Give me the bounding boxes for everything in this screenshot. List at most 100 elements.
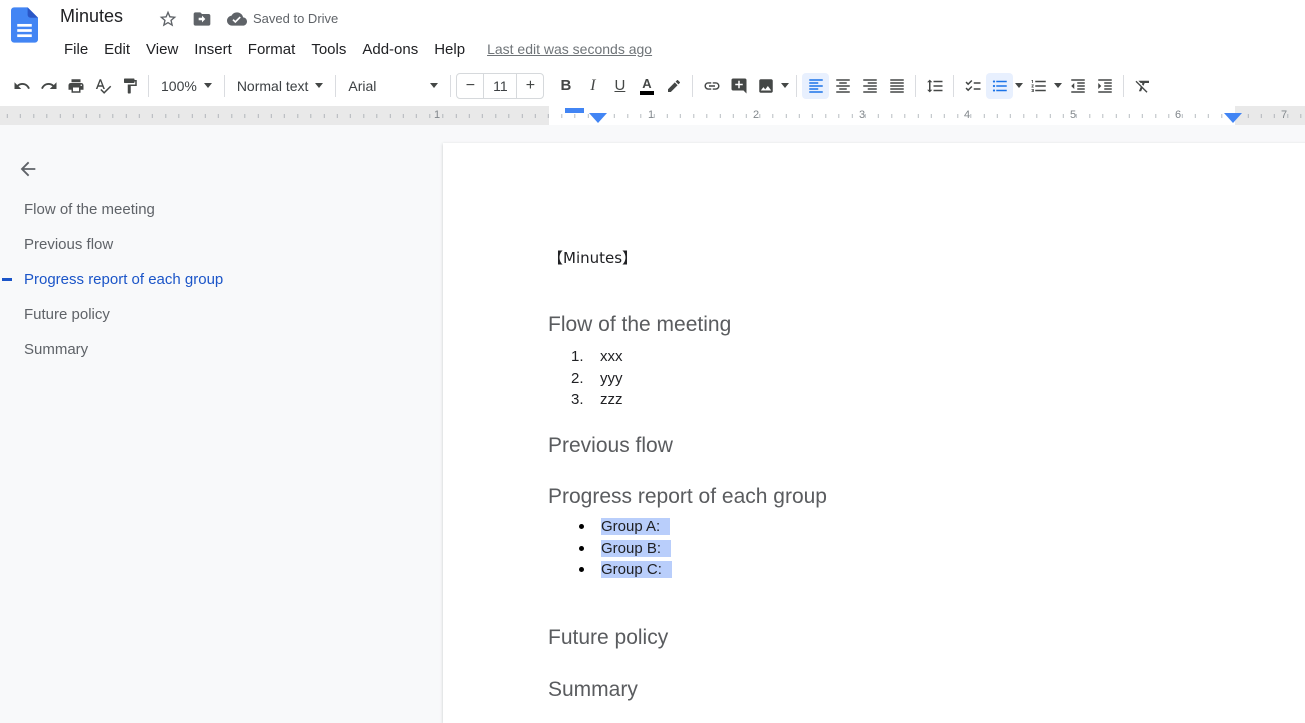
menu-format[interactable]: Format (240, 38, 304, 61)
list-number: 1. (571, 348, 598, 365)
doc-heading-future[interactable]: Future policy (548, 626, 668, 650)
outline-item-progress[interactable]: Progress report of each group (0, 262, 430, 297)
ruler-number: 5 (1070, 109, 1076, 121)
document-body: 【Minutes】 Flow of the meeting 1. xxx 2. … (443, 143, 1305, 723)
insert-image-button[interactable] (752, 73, 779, 99)
list-item: Group A: (443, 516, 672, 538)
undo-button[interactable] (8, 73, 35, 99)
left-indent-marker[interactable] (589, 113, 607, 123)
list-text[interactable]: xxx (600, 348, 623, 365)
underline-button[interactable]: U (606, 73, 633, 99)
first-line-indent-marker[interactable] (565, 108, 584, 113)
close-outline-button[interactable] (14, 155, 42, 183)
checklist-button[interactable] (959, 73, 986, 99)
numbered-list[interactable]: 1. xxx 2. yyy 3. zzz (443, 346, 623, 411)
bullet-icon (579, 567, 584, 572)
cloud-done-icon[interactable] (227, 9, 247, 29)
align-right-button[interactable] (856, 73, 883, 99)
align-center-button[interactable] (829, 73, 856, 99)
outline-item-summary[interactable]: Summary (0, 332, 430, 367)
font-size-input[interactable]: 11 (483, 74, 517, 98)
selected-list-text[interactable]: Group B: (601, 540, 671, 557)
doc-heading-flow[interactable]: Flow of the meeting (548, 313, 731, 337)
move-folder-icon[interactable] (192, 9, 212, 29)
font-family-select[interactable]: Arial (341, 75, 445, 97)
decrease-font-size-button[interactable]: − (457, 74, 483, 98)
horizontal-ruler[interactable]: 1 1 2 3 4 5 6 7 (0, 106, 1305, 125)
line-spacing-button[interactable] (921, 73, 948, 99)
print-button[interactable] (62, 73, 89, 99)
menu-file[interactable]: File (56, 38, 96, 61)
insert-link-button[interactable] (698, 73, 725, 99)
indent-decrease-button[interactable] (1064, 73, 1091, 99)
justify-button[interactable] (883, 73, 910, 99)
clear-formatting-button[interactable] (1129, 73, 1156, 99)
last-edit-link[interactable]: Last edit was seconds ago (487, 41, 652, 57)
list-item: 3. zzz (443, 389, 623, 411)
doc-heading-previous[interactable]: Previous flow (548, 434, 673, 458)
menu-edit[interactable]: Edit (96, 38, 138, 61)
bold-button[interactable]: B (552, 73, 579, 99)
google-docs-window: Minutes Saved to Drive File Edit View In… (0, 0, 1305, 723)
justify-icon (888, 77, 906, 95)
menu-insert[interactable]: Insert (186, 38, 240, 61)
doc-heading-progress[interactable]: Progress report of each group (548, 485, 827, 509)
align-center-icon (834, 77, 852, 95)
image-menu-chevron-icon[interactable] (781, 83, 789, 88)
menu-help[interactable]: Help (426, 38, 473, 61)
outline-item-previous[interactable]: Previous flow (0, 227, 430, 262)
paint-format-button[interactable] (116, 73, 143, 99)
list-number: 2. (571, 370, 598, 387)
right-indent-marker[interactable] (1224, 113, 1242, 123)
ruler-number: 2 (753, 109, 759, 121)
bulleted-list[interactable]: Group A: Group B: Group C: (443, 516, 672, 581)
outline-item-future[interactable]: Future policy (0, 297, 430, 332)
insert-image-icon (757, 77, 775, 95)
toolbar-divider (953, 75, 954, 97)
redo-button[interactable] (35, 73, 62, 99)
document-title[interactable]: Minutes (60, 6, 123, 27)
italic-button[interactable]: I (579, 73, 606, 99)
doc-inline-title[interactable]: 【Minutes】 (548, 247, 637, 268)
outline-item-label: Future policy (24, 306, 110, 323)
docs-logo-icon[interactable] (11, 7, 38, 43)
paragraph-style-select[interactable]: Normal text (230, 75, 331, 97)
indent-increase-button[interactable] (1091, 73, 1118, 99)
zoom-value: 100% (161, 78, 197, 94)
align-left-button[interactable] (802, 73, 829, 99)
text-color-button[interactable]: A (633, 73, 660, 99)
outline-item-flow[interactable]: Flow of the meeting (0, 192, 430, 227)
ruler-number: 4 (964, 109, 970, 121)
selected-list-text[interactable]: Group C: (601, 561, 672, 578)
bulleted-list-chevron-icon[interactable] (1015, 83, 1023, 88)
document-page[interactable]: 【Minutes】 Flow of the meeting 1. xxx 2. … (443, 143, 1305, 723)
list-text[interactable]: zzz (600, 391, 623, 408)
increase-font-size-button[interactable]: + (517, 74, 543, 98)
selected-list-text[interactable]: Group A: (601, 518, 670, 535)
ruler-number: 1 (648, 109, 654, 121)
zoom-select[interactable]: 100% (154, 75, 219, 97)
spellcheck-button[interactable] (89, 73, 116, 99)
menu-addons[interactable]: Add-ons (354, 38, 426, 61)
list-text[interactable]: yyy (600, 370, 623, 387)
undo-icon (13, 77, 31, 95)
highlight-color-button[interactable] (660, 73, 687, 99)
toolbar-divider (692, 75, 693, 97)
menu-tools[interactable]: Tools (303, 38, 354, 61)
toolbar-divider (796, 75, 797, 97)
numbered-list-button[interactable] (1025, 73, 1052, 99)
chevron-down-icon (430, 83, 438, 88)
add-comment-button[interactable] (725, 73, 752, 99)
indent-decrease-icon (1069, 77, 1087, 95)
back-arrow-icon (17, 158, 39, 180)
menu-view[interactable]: View (138, 38, 186, 61)
ruler-number: 7 (1281, 109, 1287, 121)
doc-heading-summary[interactable]: Summary (548, 678, 638, 702)
font-value: Arial (348, 78, 376, 94)
list-item: Group B: (443, 538, 672, 560)
bulleted-list-button[interactable] (986, 73, 1013, 99)
star-icon[interactable] (158, 9, 178, 29)
highlighter-icon (665, 77, 683, 95)
numbered-list-chevron-icon[interactable] (1054, 83, 1062, 88)
indent-increase-icon (1096, 77, 1114, 95)
